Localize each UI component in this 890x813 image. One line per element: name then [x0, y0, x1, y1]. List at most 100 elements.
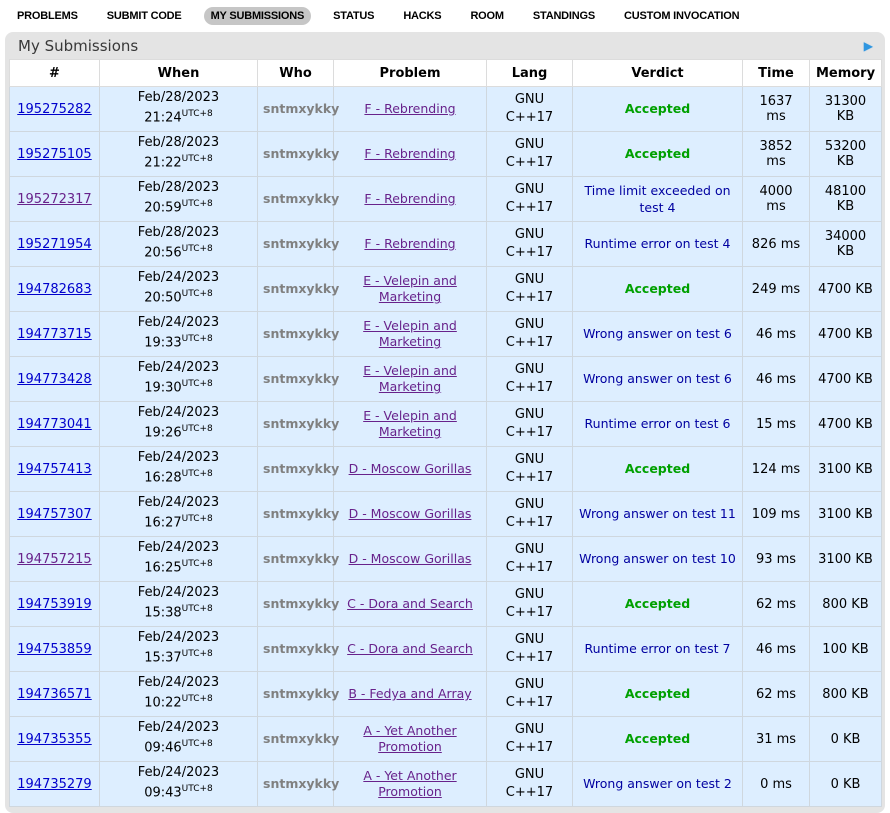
- problem-link[interactable]: E - Velepin and Marketing: [363, 318, 457, 349]
- when-text: Feb/24/202309:43UTC+8: [105, 764, 252, 803]
- time-cell: 93 ms: [743, 537, 810, 582]
- nav-item-submit-code[interactable]: SUBMIT CODE: [100, 7, 189, 25]
- problem-link[interactable]: A - Yet Another Promotion: [363, 768, 456, 799]
- lang-cell: GNU C++17: [487, 627, 573, 672]
- when-text: Feb/28/202321:22UTC+8: [105, 134, 252, 173]
- column-header-problem: Problem: [334, 60, 487, 87]
- user-link[interactable]: sntmxykky: [263, 506, 339, 521]
- problem-link[interactable]: D - Moscow Gorillas: [349, 461, 472, 476]
- submission-link[interactable]: 195275105: [17, 147, 91, 162]
- submission-id-cell: 195272317: [10, 177, 100, 222]
- time-cell: 3852 ms: [743, 132, 810, 177]
- user-link[interactable]: sntmxykky: [263, 101, 339, 116]
- table-row: 195272317Feb/28/202320:59UTC+8sntmxykkyF…: [10, 177, 882, 222]
- memory-cell: 53200 KB: [810, 132, 882, 177]
- time-cell: 46 ms: [743, 627, 810, 672]
- time-cell: 1637 ms: [743, 87, 810, 132]
- user-link[interactable]: sntmxykky: [263, 641, 339, 656]
- verdict-cell: Accepted: [573, 672, 743, 717]
- problem-link[interactable]: F - Rebrending: [364, 101, 455, 116]
- problem-link[interactable]: E - Velepin and Marketing: [363, 408, 457, 439]
- table-row: 194757413 Feb/24/202316:28UTC+8 sntmxykky D…: [10, 447, 882, 492]
- when-cell: Feb/24/202315:37UTC+8: [100, 627, 258, 672]
- submission-id-cell: 194736571: [10, 672, 100, 717]
- verdict-text: Accepted: [625, 596, 690, 611]
- who-cell: sntmxykky: [258, 222, 334, 267]
- submission-link[interactable]: 195275282: [17, 102, 91, 117]
- submission-link[interactable]: 194735279: [17, 777, 91, 792]
- problem-link[interactable]: F - Rebrending: [364, 236, 455, 251]
- submission-link[interactable]: 194753919: [17, 597, 91, 612]
- user-link[interactable]: sntmxykky: [263, 281, 339, 296]
- problem-cell: A - Yet Another Promotion: [334, 717, 487, 762]
- submission-link[interactable]: 194757215: [17, 552, 91, 567]
- time-cell: 249 ms: [743, 267, 810, 312]
- problem-link[interactable]: E - Velepin and Marketing: [363, 363, 457, 394]
- verdict-cell: Accepted: [573, 267, 743, 312]
- problem-link[interactable]: F - Rebrending: [364, 191, 455, 206]
- table-header-row: #WhenWhoProblemLangVerdictTimeMemory: [10, 60, 882, 87]
- when-cell: Feb/24/202319:30UTC+8: [100, 357, 258, 402]
- submission-link[interactable]: 194757307: [17, 507, 91, 522]
- user-link[interactable]: sntmxykky: [263, 731, 339, 746]
- nav-item-room[interactable]: ROOM: [463, 7, 510, 25]
- submission-id-cell: 194757215: [10, 537, 100, 582]
- nav-item-hacks[interactable]: HACKS: [396, 7, 448, 25]
- submission-link[interactable]: 194736571: [17, 687, 91, 702]
- submission-link[interactable]: 194773428: [17, 372, 91, 387]
- submission-link[interactable]: 195272317: [17, 192, 91, 207]
- verdict-text: Wrong answer on test 6: [583, 371, 732, 386]
- lang-cell: GNU C++17: [487, 132, 573, 177]
- table-row: 194773715Feb/24/202319:33UTC+8sntmxykkyE…: [10, 312, 882, 357]
- problem-link[interactable]: A - Yet Another Promotion: [363, 723, 456, 754]
- table-row: 194735279 Feb/24/202309:43UTC+8 sntmxykky A…: [10, 762, 882, 807]
- who-cell: sntmxykky: [258, 177, 334, 222]
- column-header-verdict: Verdict: [573, 60, 743, 87]
- nav-item-status[interactable]: STATUS: [326, 7, 381, 25]
- user-link[interactable]: sntmxykky: [263, 236, 339, 251]
- memory-cell: 31300 KB: [810, 87, 882, 132]
- problem-link[interactable]: E - Velepin and Marketing: [363, 273, 457, 304]
- who-cell: sntmxykky: [258, 267, 334, 312]
- problem-link[interactable]: D - Moscow Gorillas: [349, 551, 472, 566]
- user-link[interactable]: sntmxykky: [263, 776, 339, 791]
- submission-link[interactable]: 194753859: [17, 642, 91, 657]
- nav-item-my-submissions[interactable]: MY SUBMISSIONS: [204, 7, 312, 25]
- problem-link[interactable]: D - Moscow Gorillas: [349, 506, 472, 521]
- user-link[interactable]: sntmxykky: [263, 416, 339, 431]
- user-link[interactable]: sntmxykky: [263, 596, 339, 611]
- submission-id-cell: 194735355: [10, 717, 100, 762]
- problem-cell: E - Velepin and Marketing: [334, 267, 487, 312]
- submission-link[interactable]: 194782683: [17, 282, 91, 297]
- user-link[interactable]: sntmxykky: [263, 551, 339, 566]
- nav-item-custom-invocation[interactable]: CUSTOM INVOCATION: [617, 7, 746, 25]
- table-row: 195275105 Feb/28/202321:22UTC+8 sntmxykky F…: [10, 132, 882, 177]
- table-row: 194753859 Feb/24/202315:37UTC+8 sntmxykky C…: [10, 627, 882, 672]
- submission-link[interactable]: 194757413: [17, 462, 91, 477]
- expand-arrow-icon[interactable]: ▶: [864, 39, 873, 53]
- lang-cell: GNU C++17: [487, 267, 573, 312]
- when-text: Feb/24/202310:22UTC+8: [105, 674, 252, 713]
- problem-link[interactable]: C - Dora and Search: [347, 596, 473, 611]
- user-link[interactable]: sntmxykky: [263, 686, 339, 701]
- time-cell: 62 ms: [743, 582, 810, 627]
- user-link[interactable]: sntmxykky: [263, 326, 339, 341]
- when-text: Feb/24/202316:28UTC+8: [105, 449, 252, 488]
- user-link[interactable]: sntmxykky: [263, 146, 339, 161]
- lang-cell: GNU C++17: [487, 762, 573, 807]
- submission-link[interactable]: 194735355: [17, 732, 91, 747]
- problem-link[interactable]: C - Dora and Search: [347, 641, 473, 656]
- who-cell: sntmxykky: [258, 492, 334, 537]
- submission-link[interactable]: 194773041: [17, 417, 91, 432]
- submission-link[interactable]: 194773715: [17, 327, 91, 342]
- submission-link[interactable]: 195271954: [17, 237, 91, 252]
- user-link[interactable]: sntmxykky: [263, 371, 339, 386]
- problem-link[interactable]: F - Rebrending: [364, 146, 455, 161]
- user-link[interactable]: sntmxykky: [263, 191, 339, 206]
- submission-id-cell: 194753859: [10, 627, 100, 672]
- problem-link[interactable]: B - Fedya and Array: [348, 686, 471, 701]
- nav-item-problems[interactable]: PROBLEMS: [10, 7, 85, 25]
- lang-cell: GNU C++17: [487, 402, 573, 447]
- nav-item-standings[interactable]: STANDINGS: [526, 7, 602, 25]
- user-link[interactable]: sntmxykky: [263, 461, 339, 476]
